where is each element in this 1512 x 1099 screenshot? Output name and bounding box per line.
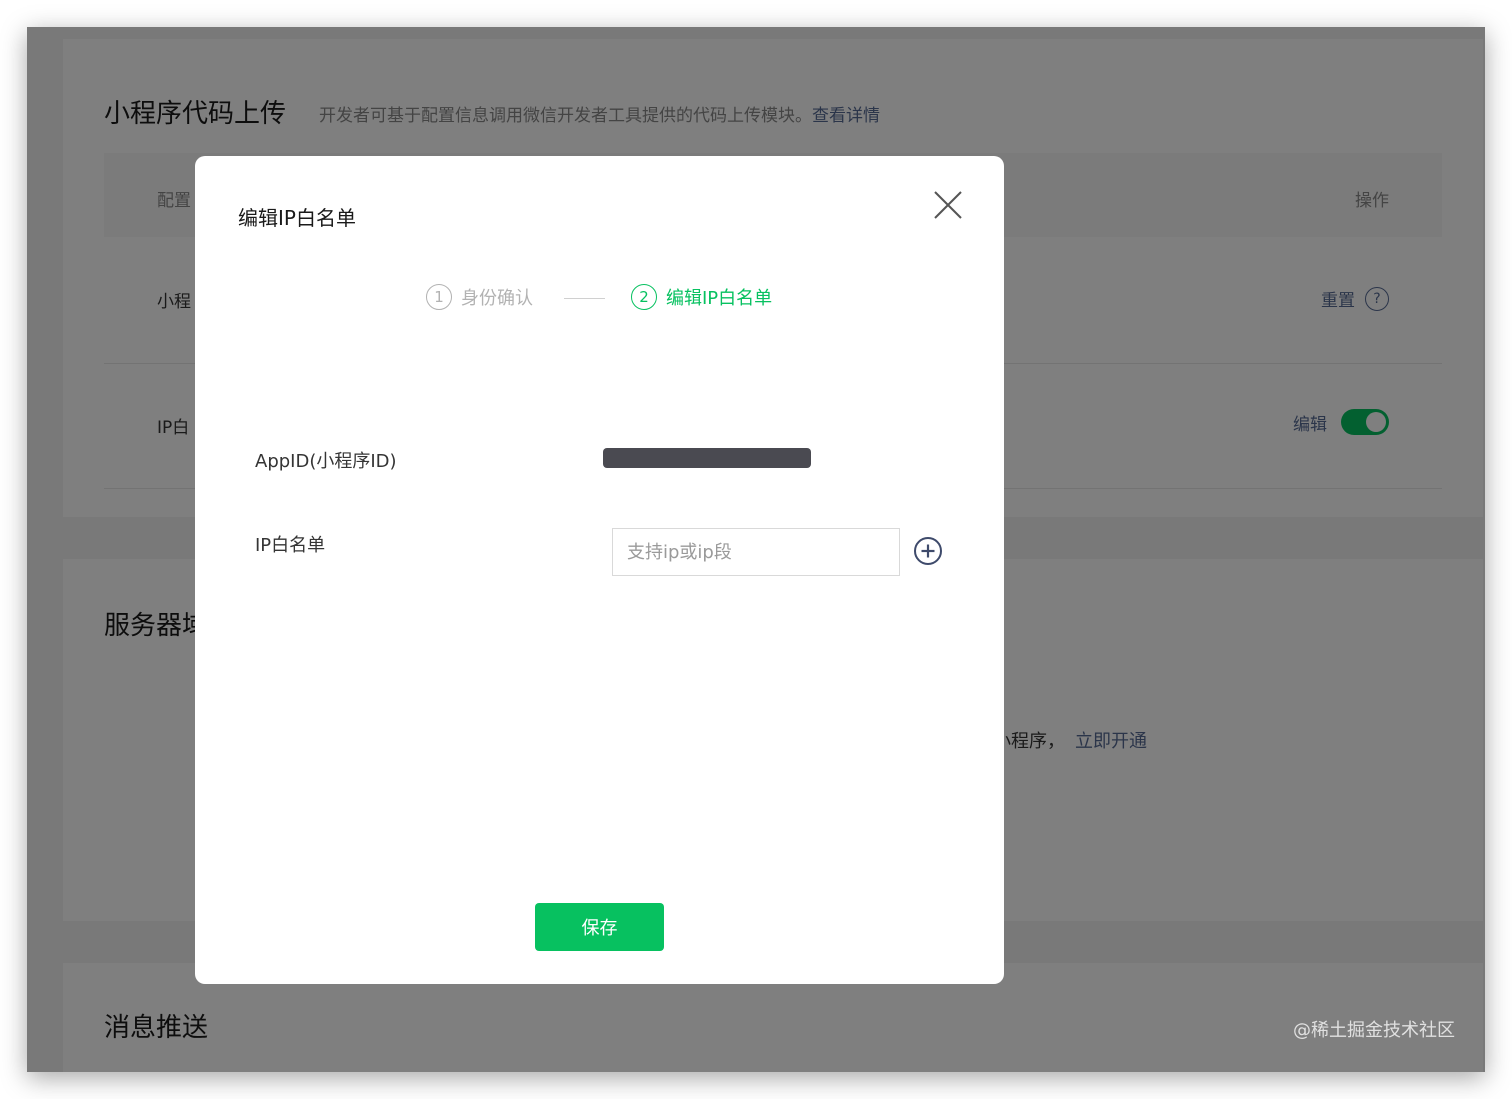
step-number: 2: [631, 284, 657, 310]
dialog-title: 编辑IP白名单: [238, 206, 356, 230]
ip-whitelist-input[interactable]: [612, 528, 900, 576]
edit-ip-whitelist-dialog: 编辑IP白名单 1 身份确认 2 编辑IP白名单 AppID(小程序ID) IP…: [195, 156, 1004, 984]
appid-label: AppID(小程序ID): [255, 451, 397, 472]
save-button[interactable]: 保存: [535, 903, 664, 951]
app-window: 小程序代码上传 开发者可基于配置信息调用微信开发者工具提供的代码上传模块。查看详…: [27, 27, 1485, 1072]
step-number: 1: [426, 284, 452, 310]
appid-redacted-value: [603, 448, 811, 468]
step-label: 编辑IP白名单: [666, 288, 773, 309]
ip-whitelist-label: IP白名单: [255, 535, 326, 556]
step-divider: [564, 298, 605, 299]
close-icon[interactable]: [931, 188, 965, 222]
step-identity: 1 身份确认: [426, 284, 533, 310]
add-ip-icon[interactable]: [913, 536, 943, 566]
step-edit-whitelist: 2 编辑IP白名单: [631, 284, 772, 310]
step-indicator: 1 身份确认 2 编辑IP白名单: [195, 284, 1004, 314]
watermark: @稀土掘金技术社区: [1293, 1020, 1455, 1041]
step-label: 身份确认: [461, 288, 533, 309]
